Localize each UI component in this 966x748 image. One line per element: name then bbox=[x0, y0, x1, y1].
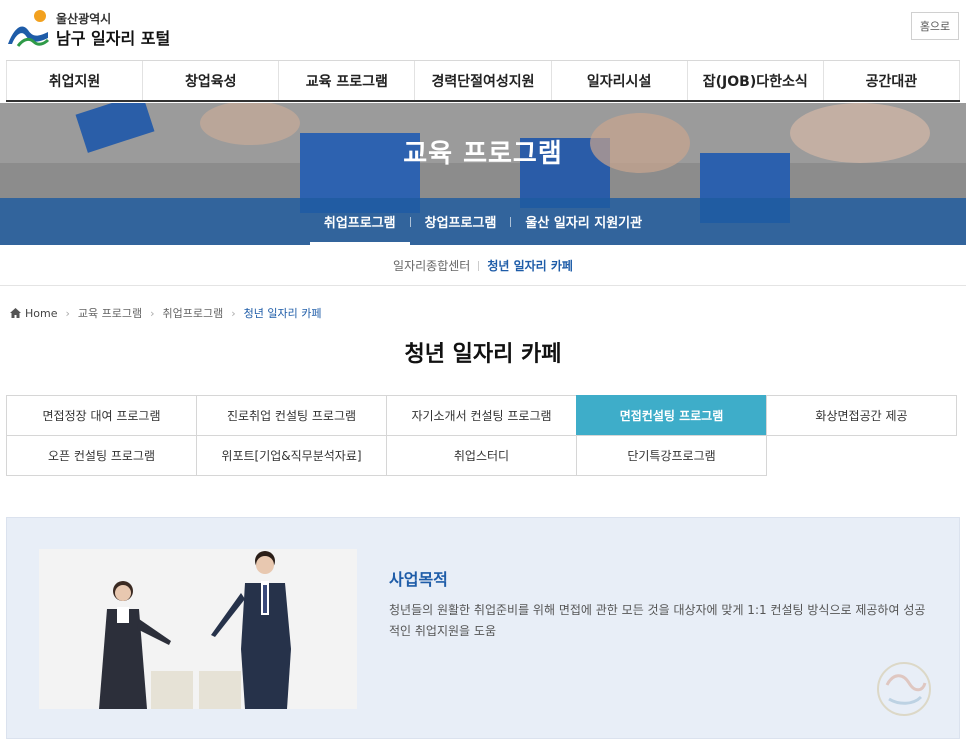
home-icon bbox=[10, 308, 21, 318]
site-header: 울산광역시 남구 일자리 포털 홈으로 bbox=[0, 0, 966, 60]
breadcrumb-current: 청년 일자리 카페 bbox=[243, 307, 322, 320]
chevron-right-icon: › bbox=[65, 306, 70, 320]
third-nav-job-center[interactable]: 일자리종합센터 bbox=[385, 257, 478, 274]
hero-title: 교육 프로그램 bbox=[403, 139, 563, 169]
program-row: 면접정장 대여 프로그램 진로취업 컨설팅 프로그램 자기소개서 컨설팅 프로그… bbox=[6, 395, 960, 436]
home-button[interactable]: 홈으로 bbox=[911, 12, 959, 40]
namgu-logo[interactable] bbox=[6, 8, 50, 48]
program-video-interview-space[interactable]: 화상면접공간 제공 bbox=[766, 395, 957, 436]
section-title: 사업목적 bbox=[389, 570, 448, 589]
program-row: 오픈 컨설팅 프로그램 위포트[기업&직무분석자료] 취업스터디 단기특강프로그… bbox=[6, 435, 960, 477]
breadcrumb-home-label: Home bbox=[25, 306, 58, 320]
third-nav-youth-cafe[interactable]: 청년 일자리 카페 bbox=[479, 257, 581, 274]
third-level-nav: 일자리종합센터 청년 일자리 카페 bbox=[0, 246, 966, 286]
program-short-lecture[interactable]: 단기특강프로그램 bbox=[576, 435, 767, 476]
program-suit-rental[interactable]: 면접정장 대여 프로그램 bbox=[6, 395, 197, 436]
chevron-right-icon: › bbox=[231, 306, 236, 320]
hero-banner: 교육 프로그램 취업프로그램 창업프로그램 울산 일자리 지원기관 bbox=[0, 103, 966, 245]
program-weport[interactable]: 위포트[기업&직무분석자료] bbox=[196, 435, 387, 476]
program-resume-consulting[interactable]: 자기소개서 컨설팅 프로그램 bbox=[386, 395, 577, 436]
gnb-item-job-support[interactable]: 취업지원 bbox=[6, 61, 142, 100]
section-description: 청년들의 원활한 취업준비를 위해 면접에 관한 모든 것을 대상자에 맞게 1… bbox=[389, 603, 926, 638]
gnb-item-facilities[interactable]: 일자리시설 bbox=[550, 61, 687, 100]
breadcrumb-home[interactable]: Home bbox=[10, 307, 57, 320]
breadcrumb-item[interactable]: 취업프로그램 bbox=[163, 305, 224, 321]
program-career-consulting[interactable]: 진로취업 컨설팅 프로그램 bbox=[196, 395, 387, 436]
page-title: 청년 일자리 카페 bbox=[404, 342, 562, 367]
breadcrumb-item[interactable]: 교육 프로그램 bbox=[78, 305, 142, 321]
program-job-study[interactable]: 취업스터디 bbox=[386, 435, 577, 476]
program-photo bbox=[39, 549, 357, 709]
program-grid: 면접정장 대여 프로그램 진로취업 컨설팅 프로그램 자기소개서 컨설팅 프로그… bbox=[6, 395, 960, 477]
main-navigation: 취업지원 창업육성 교육 프로그램 경력단절여성지원 일자리시설 잡(JOB)다… bbox=[6, 60, 960, 102]
sub-tabs: 취업프로그램 창업프로그램 울산 일자리 지원기관 bbox=[0, 198, 966, 245]
gnb-item-education[interactable]: 교육 프로그램 bbox=[278, 61, 414, 100]
namgu-mascot-watermark bbox=[877, 662, 931, 716]
gnb-item-startup[interactable]: 창업육성 bbox=[142, 61, 278, 100]
gnb-item-space-rental[interactable]: 공간대관 bbox=[822, 61, 960, 100]
chevron-right-icon: › bbox=[150, 306, 155, 320]
program-open-consulting[interactable]: 오픈 컨설팅 프로그램 bbox=[6, 435, 197, 476]
tab-support-agencies[interactable]: 울산 일자리 지원기관 bbox=[511, 198, 656, 245]
program-interview-consulting[interactable]: 면접컨설팅 프로그램 bbox=[576, 395, 767, 436]
gnb-item-career-women[interactable]: 경력단절여성지원 bbox=[414, 61, 550, 100]
tab-job-program[interactable]: 취업프로그램 bbox=[309, 198, 410, 245]
program-detail-box: 사업목적 청년들의 원활한 취업준비를 위해 면접에 관한 모든 것을 대상자에… bbox=[6, 517, 960, 739]
tab-startup-program[interactable]: 창업프로그램 bbox=[411, 198, 511, 245]
gnb-item-news[interactable]: 잡(JOB)다한소식 bbox=[686, 61, 823, 100]
breadcrumb: Home › 교육 프로그램 › 취업프로그램 › 청년 일자리 카페 bbox=[10, 305, 322, 321]
logo-portal-title[interactable]: 남구 일자리 포털 bbox=[56, 25, 170, 49]
